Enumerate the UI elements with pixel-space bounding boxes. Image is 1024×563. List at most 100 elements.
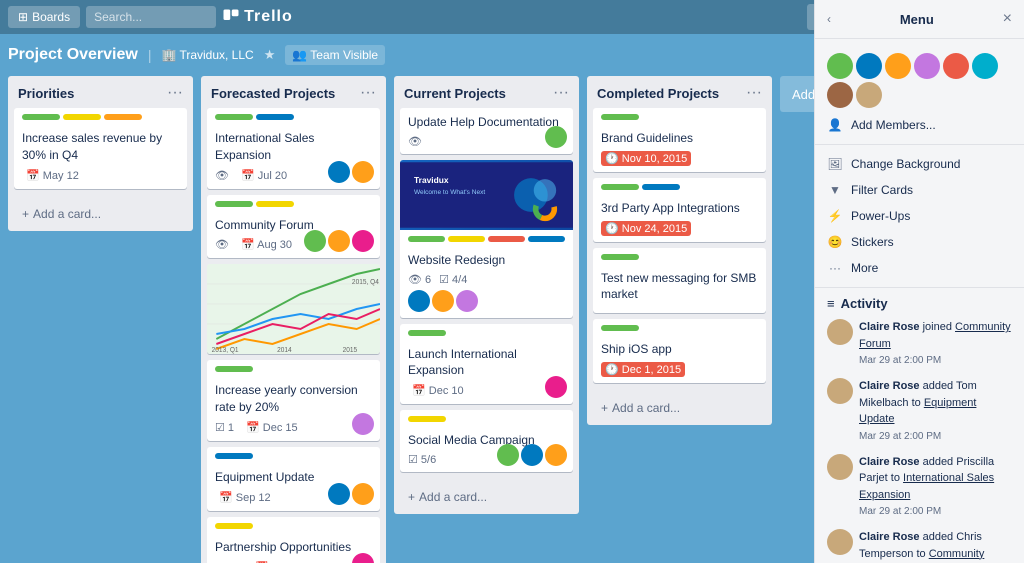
boards-button[interactable]: ⊞ Boards bbox=[8, 6, 80, 28]
member-avatar[interactable] bbox=[827, 53, 853, 79]
svg-text:2015: 2015 bbox=[343, 347, 358, 354]
card-labels bbox=[215, 201, 372, 212]
add-members-item[interactable]: 👤 Add Members... bbox=[815, 112, 1024, 138]
board-org: 🏢 Travidux, LLC bbox=[161, 48, 253, 62]
list-menu-button-forecasted[interactable]: ··· bbox=[360, 84, 376, 102]
sticker-icon: 😊 bbox=[827, 235, 843, 249]
activity-link[interactable]: Equipment Update bbox=[859, 397, 976, 426]
card[interactable]: Travidux Welcome to What's Next bbox=[400, 160, 573, 318]
card-avatar bbox=[497, 444, 519, 466]
label-green bbox=[408, 236, 445, 242]
visibility-label: Team Visible bbox=[310, 48, 378, 62]
member-avatar[interactable] bbox=[827, 82, 853, 108]
card-avatar bbox=[352, 413, 374, 435]
list-header-forecasted: Forecasted Projects ··· bbox=[201, 76, 386, 108]
change-background-label: Change Background bbox=[851, 157, 960, 171]
list-content-forecasted: International Sales Expansion 👁 📅 Jul 20… bbox=[201, 108, 386, 563]
card-avatar bbox=[408, 290, 430, 312]
list-menu-button-current[interactable]: ··· bbox=[553, 84, 569, 102]
activity-link[interactable]: Community Forum bbox=[859, 548, 984, 563]
change-background-item[interactable]: 🖼 Change Background bbox=[815, 151, 1024, 177]
power-ups-item[interactable]: ⚡ Power-Ups bbox=[815, 203, 1024, 229]
card-meta: 🕐 Nov 10, 2015 bbox=[601, 151, 758, 166]
org-name: Travidux, LLC bbox=[179, 48, 253, 62]
label-green bbox=[601, 254, 639, 260]
add-card-label: Add a card... bbox=[33, 207, 101, 221]
filter-cards-item[interactable]: ▼ Filter Cards bbox=[815, 177, 1024, 203]
card[interactable]: Community Forum 👁 📅 Aug 30 bbox=[207, 195, 380, 259]
card-avatars bbox=[545, 126, 567, 148]
card[interactable]: Equipment Update 📅 Sep 12 bbox=[207, 447, 380, 511]
svg-text:Travidux: Travidux bbox=[414, 175, 449, 185]
list-menu-button-priorities[interactable]: ··· bbox=[167, 84, 183, 102]
activity-time: Mar 29 at 2:00 PM bbox=[859, 429, 1012, 444]
member-avatar[interactable] bbox=[856, 82, 882, 108]
add-card-button-priorities[interactable]: + Add a card... bbox=[14, 201, 187, 227]
member-avatar[interactable] bbox=[972, 53, 998, 79]
logo-text: Trello bbox=[244, 8, 293, 26]
member-avatar[interactable] bbox=[856, 53, 882, 79]
card-due: 📅 Dec 10 bbox=[408, 383, 468, 398]
label-yellow bbox=[215, 523, 253, 529]
label-yellow bbox=[448, 236, 485, 242]
card-avatar bbox=[352, 161, 374, 183]
card-title: Brand Guidelines bbox=[601, 130, 758, 147]
card-avatar bbox=[545, 376, 567, 398]
card[interactable]: Increase sales revenue by 30% in Q4 📅 Ma… bbox=[14, 108, 187, 189]
stickers-label: Stickers bbox=[851, 235, 894, 249]
chart-card[interactable]: 2013, Q1 2014 2015 2015, Q4 bbox=[207, 264, 380, 354]
card[interactable]: Social Media Campaign ☑ 5/6 bbox=[400, 410, 573, 472]
member-avatar[interactable] bbox=[914, 53, 940, 79]
member-avatar[interactable] bbox=[943, 53, 969, 79]
card[interactable]: Launch International Expansion 📅 Dec 10 bbox=[400, 324, 573, 405]
card-labels bbox=[601, 114, 758, 125]
list-content-current: Update Help Documentation 👁 Travidux Wel… bbox=[394, 108, 579, 484]
plus-icon: + bbox=[408, 490, 415, 504]
card[interactable]: Brand Guidelines 🕐 Nov 10, 2015 bbox=[593, 108, 766, 172]
activity-item: Claire Rose added Tom Mikelbach to Equip… bbox=[827, 378, 1012, 444]
svg-text:Welcome to What's Next: Welcome to What's Next bbox=[414, 189, 485, 196]
member-avatar[interactable] bbox=[885, 53, 911, 79]
card[interactable]: 3rd Party App Integrations 🕐 Nov 24, 201… bbox=[593, 178, 766, 242]
menu-close-button[interactable]: × bbox=[1003, 10, 1012, 28]
card[interactable]: Ship iOS app 🕐 Dec 1, 2015 bbox=[593, 319, 766, 383]
list-content-completed: Brand Guidelines 🕐 Nov 10, 2015 3rd Part… bbox=[587, 108, 772, 395]
activity-link[interactable]: International Sales Expansion bbox=[859, 472, 994, 501]
activity-text: Claire Rose added Priscilla Parjet to In… bbox=[859, 454, 1012, 520]
power-ups-label: Power-Ups bbox=[851, 209, 910, 223]
label-blue bbox=[528, 236, 565, 242]
card[interactable]: Test new messaging for SMB market bbox=[593, 248, 766, 314]
card-avatar bbox=[545, 444, 567, 466]
search-input[interactable] bbox=[86, 6, 216, 28]
card[interactable]: Partnership Opportunities ☑ 0/5 📅 Dec 18 bbox=[207, 517, 380, 563]
activity-text: Claire Rose joined Community Forum Mar 2… bbox=[859, 319, 1012, 368]
card-avatars bbox=[352, 413, 374, 435]
card-due: 🕐 Nov 24, 2015 bbox=[601, 221, 691, 236]
card-meta: ☑ 0/5 📅 Dec 18 bbox=[215, 560, 372, 563]
add-card-button-current[interactable]: + Add a card... bbox=[400, 484, 573, 510]
star-icon[interactable]: ★ bbox=[264, 47, 276, 63]
card[interactable]: Update Help Documentation 👁 bbox=[400, 108, 573, 154]
card-avatar bbox=[328, 483, 350, 505]
card-due: 🕐 Dec 1, 2015 bbox=[601, 362, 685, 377]
list-current: Current Projects ··· Update Help Documen… bbox=[394, 76, 579, 514]
add-card-button-completed[interactable]: + Add a card... bbox=[593, 395, 766, 421]
checklist-icon: ☑ 5/6 bbox=[408, 453, 436, 466]
more-item[interactable]: ··· More bbox=[815, 255, 1024, 281]
activity-time: Mar 29 at 2:00 PM bbox=[859, 504, 1012, 519]
list-menu-button-completed[interactable]: ··· bbox=[746, 84, 762, 102]
card-meta: ☑ 1 📅 Dec 15 bbox=[215, 420, 372, 435]
card-labels bbox=[601, 254, 758, 265]
card[interactable]: International Sales Expansion 👁 📅 Jul 20 bbox=[207, 108, 380, 189]
card-title: Launch International Expansion bbox=[408, 346, 565, 380]
card-due: 📅 May 12 bbox=[22, 168, 83, 183]
trello-logo: Trello bbox=[222, 8, 801, 26]
stickers-item[interactable]: 😊 Stickers bbox=[815, 229, 1024, 255]
activity-item: Claire Rose added Chris Temperson to Com… bbox=[827, 529, 1012, 563]
eye-icon: 👁 bbox=[215, 238, 229, 251]
card-labels bbox=[601, 325, 758, 336]
card[interactable]: Increase yearly conversion rate by 20% ☑… bbox=[207, 360, 380, 441]
card-avatar bbox=[352, 230, 374, 252]
card-meta: 📅 May 12 bbox=[22, 168, 179, 183]
card-meta: 👁 bbox=[408, 135, 565, 148]
